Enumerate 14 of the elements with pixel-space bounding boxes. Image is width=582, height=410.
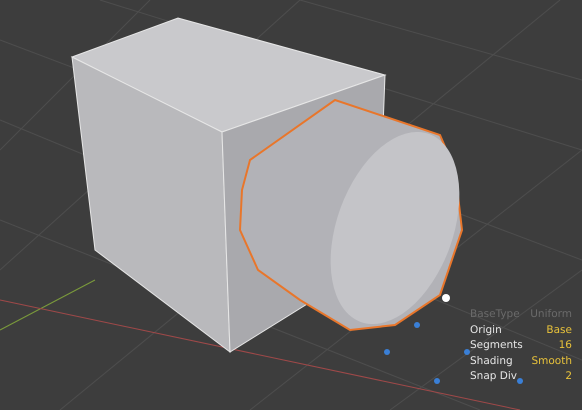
gizmo-handle[interactable] <box>384 349 390 355</box>
gizmo-handle[interactable] <box>517 378 523 384</box>
property-label: Origin <box>470 322 502 338</box>
property-value[interactable]: 2 <box>565 369 572 384</box>
property-label: Snap Div <box>470 369 517 384</box>
property-value[interactable]: Base <box>546 322 572 338</box>
gizmo-handle[interactable] <box>464 349 470 355</box>
gizmo-handle[interactable] <box>442 294 450 302</box>
gizmo-handle[interactable] <box>414 322 420 328</box>
gizmo-handle[interactable] <box>434 378 440 384</box>
property-value[interactable]: Smooth <box>531 354 572 369</box>
property-label: Shading <box>470 354 513 368</box>
property-value[interactable]: 16 <box>558 338 572 354</box>
property-label: Segments <box>470 338 523 353</box>
